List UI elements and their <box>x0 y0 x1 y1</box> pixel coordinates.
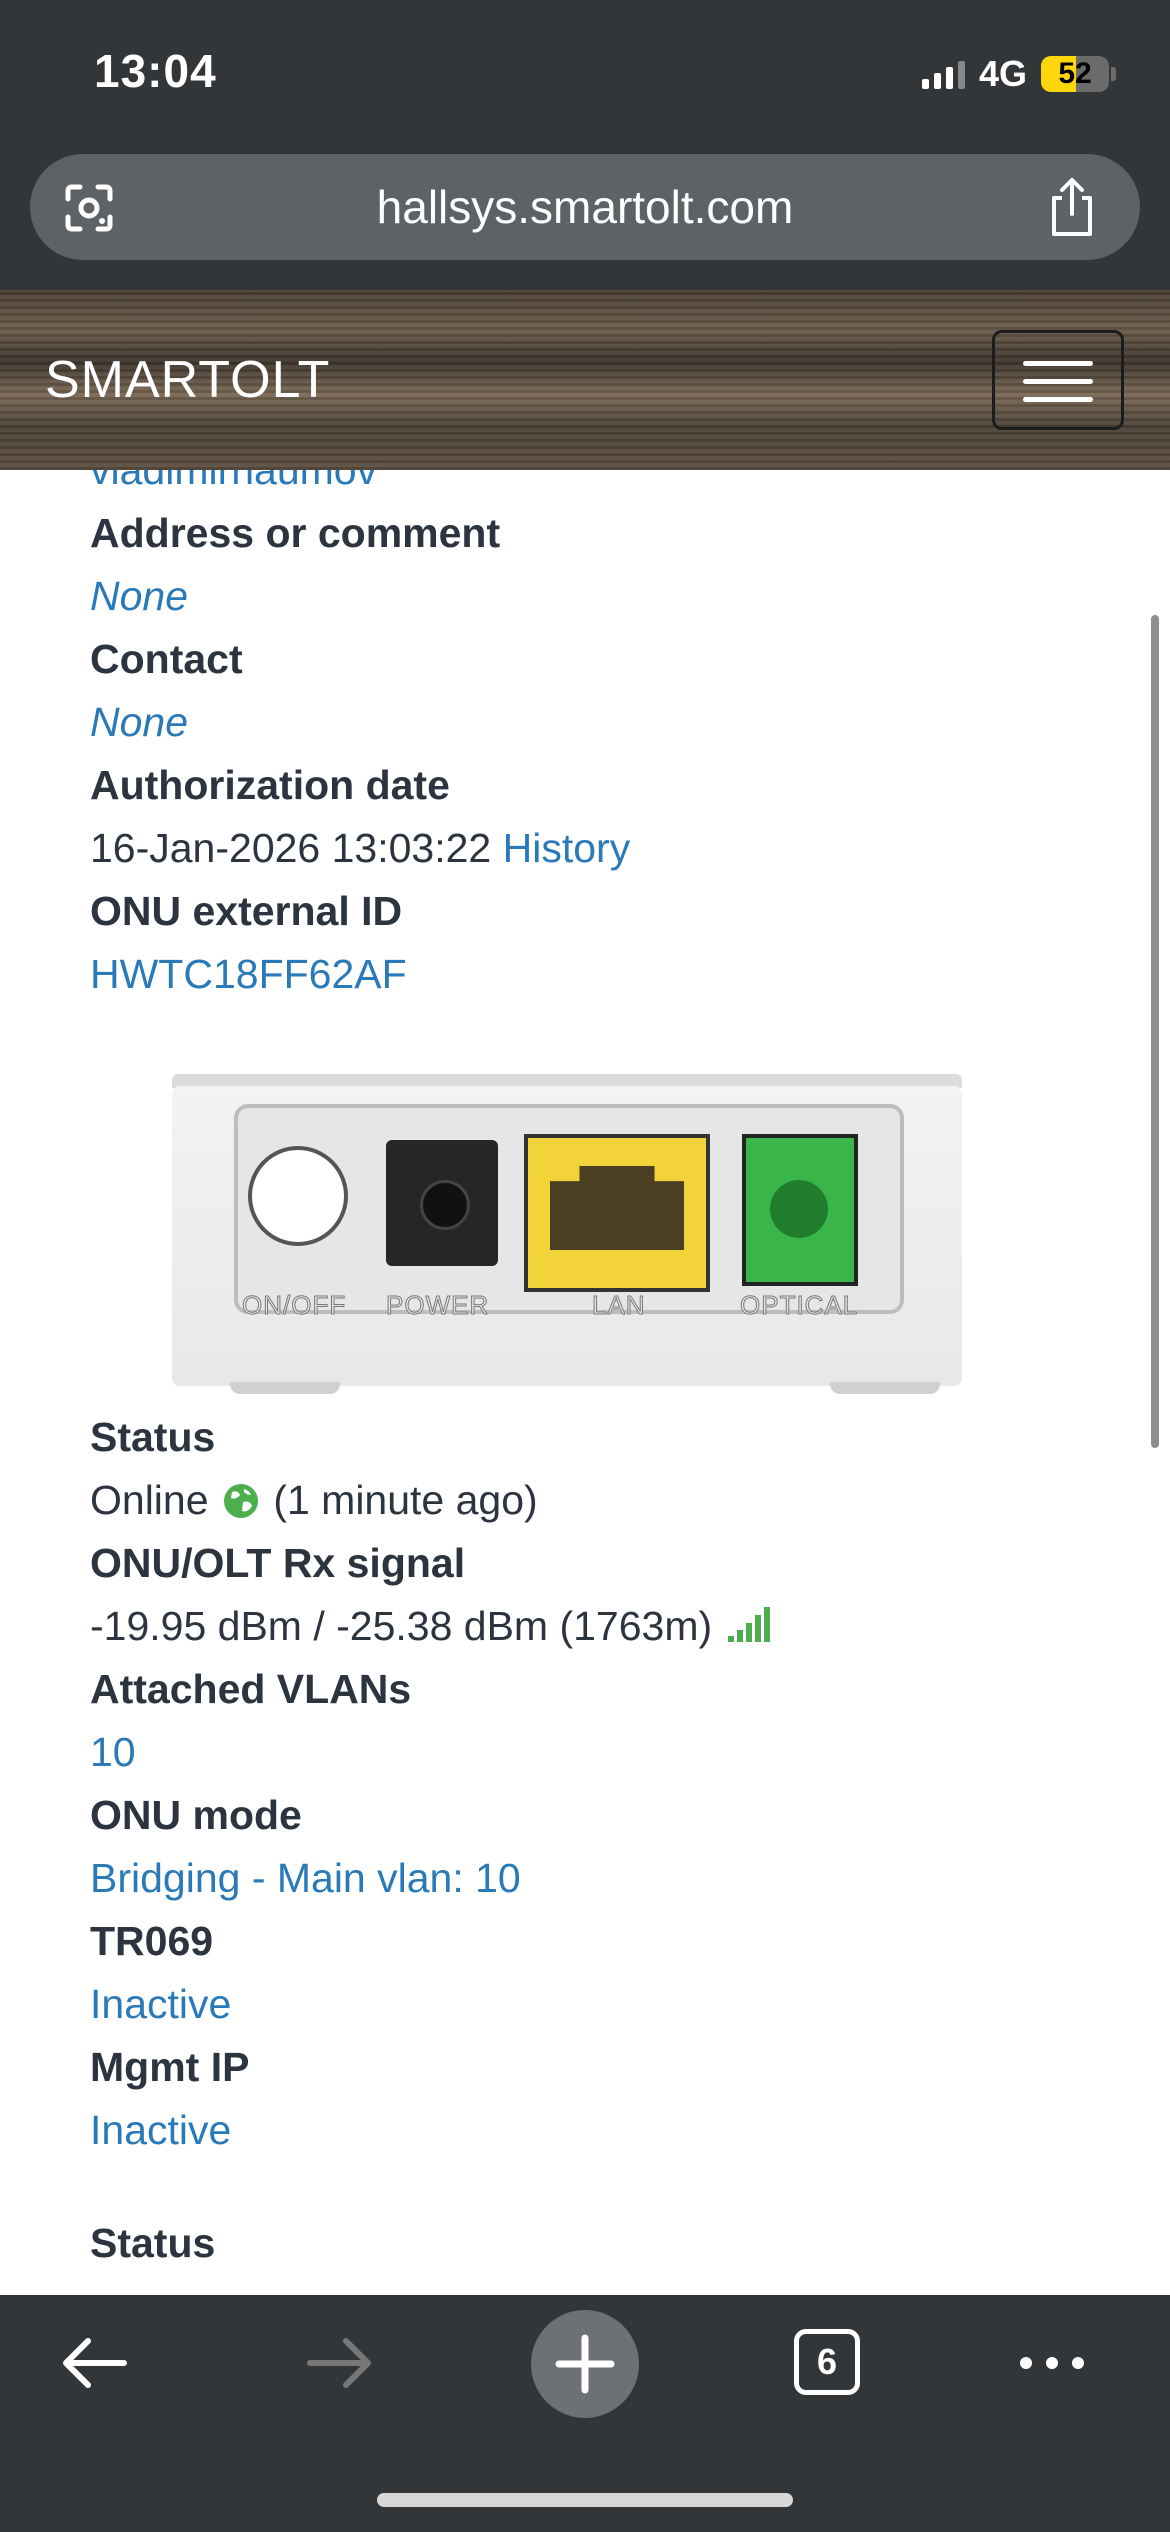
onoff-button-port <box>248 1146 348 1246</box>
tr069-value[interactable]: Inactive <box>90 1973 1110 2036</box>
username-link[interactable]: vladimirnaumov <box>90 470 1110 502</box>
hamburger-menu-button[interactable] <box>992 330 1124 430</box>
onu-details: vladimirnaumov Address or comment None C… <box>90 470 1110 2295</box>
address-label: Address or comment <box>90 510 501 556</box>
globe-icon <box>223 1484 258 1518</box>
more-options-icon[interactable] <box>1016 2345 1088 2381</box>
status-row: Online (1 minute ago) <box>90 1469 1110 1532</box>
signal-bars-icon <box>727 1607 770 1642</box>
plus-icon <box>555 2334 615 2394</box>
history-link[interactable]: History <box>503 825 631 871</box>
onoff-port-label: ON/OFF <box>241 1290 347 1321</box>
contact-label: Contact <box>90 636 243 682</box>
tab-switcher-button[interactable]: 6 <box>794 2329 860 2395</box>
new-tab-button[interactable] <box>531 2310 639 2418</box>
status-icons: 4G 52 <box>921 52 1116 96</box>
tr069-label: TR069 <box>90 1918 214 1964</box>
onu-device-image: ON/OFF POWER LAN OPTICAL <box>90 1038 1110 1394</box>
external-id-label: ONU external ID <box>90 888 403 934</box>
status-value: Online <box>90 1477 209 1523</box>
contact-value[interactable]: None <box>90 691 1110 754</box>
optical-port-label: OPTICAL <box>739 1290 859 1321</box>
home-indicator[interactable] <box>377 2493 793 2507</box>
forward-arrow-icon[interactable] <box>304 2335 376 2391</box>
address-value[interactable]: None <box>90 565 1110 628</box>
optical-port <box>742 1134 858 1286</box>
address-bar[interactable]: hallsys.smartolt.com <box>30 154 1140 260</box>
lan-port-label: LAN <box>592 1290 646 1321</box>
device-foot-left <box>230 1382 340 1394</box>
onu-mode-label: ONU mode <box>90 1792 302 1838</box>
status-time: 13:04 <box>94 45 217 97</box>
lan-port <box>524 1134 710 1292</box>
battery-tip <box>1111 67 1116 81</box>
share-icon[interactable] <box>1044 176 1100 238</box>
onu-mode-value[interactable]: Bridging - Main vlan: 10 <box>90 1847 1110 1910</box>
page-scrollbar[interactable] <box>1151 615 1159 1448</box>
mgmt-ip-label: Mgmt IP <box>90 2044 250 2090</box>
rx-signal-label: ONU/OLT Rx signal <box>90 1540 466 1586</box>
status-label: Status <box>90 1414 216 1460</box>
browser-top-chrome: 13:04 4G 52 hallsys.smartolt.com <box>0 0 1170 290</box>
network-type: 4G <box>978 53 1027 94</box>
status-time: (1 minute ago) <box>273 1477 538 1523</box>
back-arrow-icon[interactable] <box>58 2335 130 2391</box>
battery-level: 52 <box>1058 57 1092 90</box>
external-id-value[interactable]: HWTC18FF62AF <box>90 943 1110 1006</box>
cellular-signal-icon <box>921 59 965 89</box>
rx-signal-row: -19.95 dBm / -25.38 dBm (1763m) <box>90 1595 1110 1658</box>
vlans-label: Attached VLANs <box>90 1666 412 1712</box>
authorization-date-label: Authorization date <box>90 762 450 808</box>
site-header: SMARTOLT <box>0 290 1170 470</box>
next-section-heading: Status <box>90 2220 216 2266</box>
smartolt-logo[interactable]: SMARTOLT <box>45 290 330 470</box>
device-foot-right <box>830 1382 940 1394</box>
vlans-value[interactable]: 10 <box>90 1721 1110 1784</box>
url-text[interactable]: hallsys.smartolt.com <box>30 154 1140 260</box>
battery-icon: 52 <box>1041 56 1109 92</box>
authorization-date-row: 16-Jan-2026 13:03:22 History <box>90 817 1110 880</box>
mgmt-ip-value[interactable]: Inactive <box>90 2099 1110 2162</box>
authorization-date-value: 16-Jan-2026 13:03:22 <box>90 825 492 871</box>
power-port <box>386 1140 498 1266</box>
power-port-label: POWER <box>385 1290 490 1321</box>
rx-signal-value: -19.95 dBm / -25.38 dBm (1763m) <box>90 1603 713 1649</box>
